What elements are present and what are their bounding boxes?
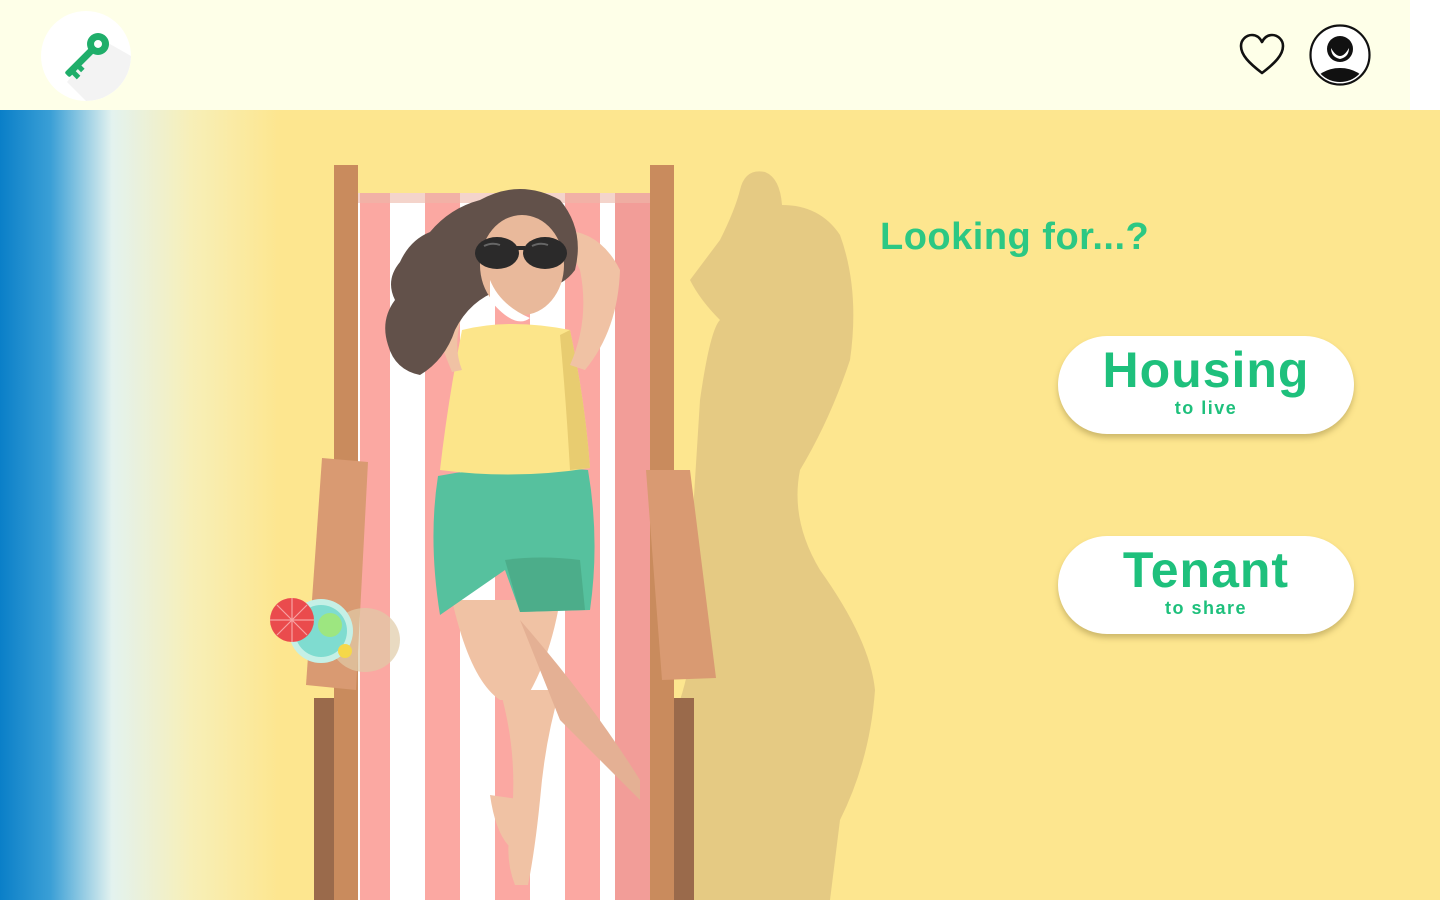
landing-page: Looking for...? Housing to live Tenant t… <box>0 0 1440 900</box>
heart-icon <box>1239 33 1285 75</box>
key-icon <box>65 32 131 101</box>
user-avatar-icon <box>1309 24 1371 86</box>
logo-button[interactable] <box>41 11 131 101</box>
page-heading: Looking for...? <box>880 216 1150 258</box>
option-title: Tenant <box>1122 542 1290 598</box>
account-button[interactable] <box>1309 24 1371 86</box>
beach-illustration <box>0 110 1440 900</box>
tenant-option-button[interactable]: Tenant to share <box>1058 536 1354 634</box>
option-subtitle: to share <box>1164 598 1248 618</box>
header-edge <box>1410 0 1440 110</box>
housing-option-button[interactable]: Housing to live <box>1058 336 1354 434</box>
favorites-button[interactable] <box>1237 30 1287 80</box>
top-bar <box>0 0 1410 110</box>
option-subtitle: to live <box>1174 398 1238 418</box>
option-title: Housing <box>1102 342 1310 398</box>
